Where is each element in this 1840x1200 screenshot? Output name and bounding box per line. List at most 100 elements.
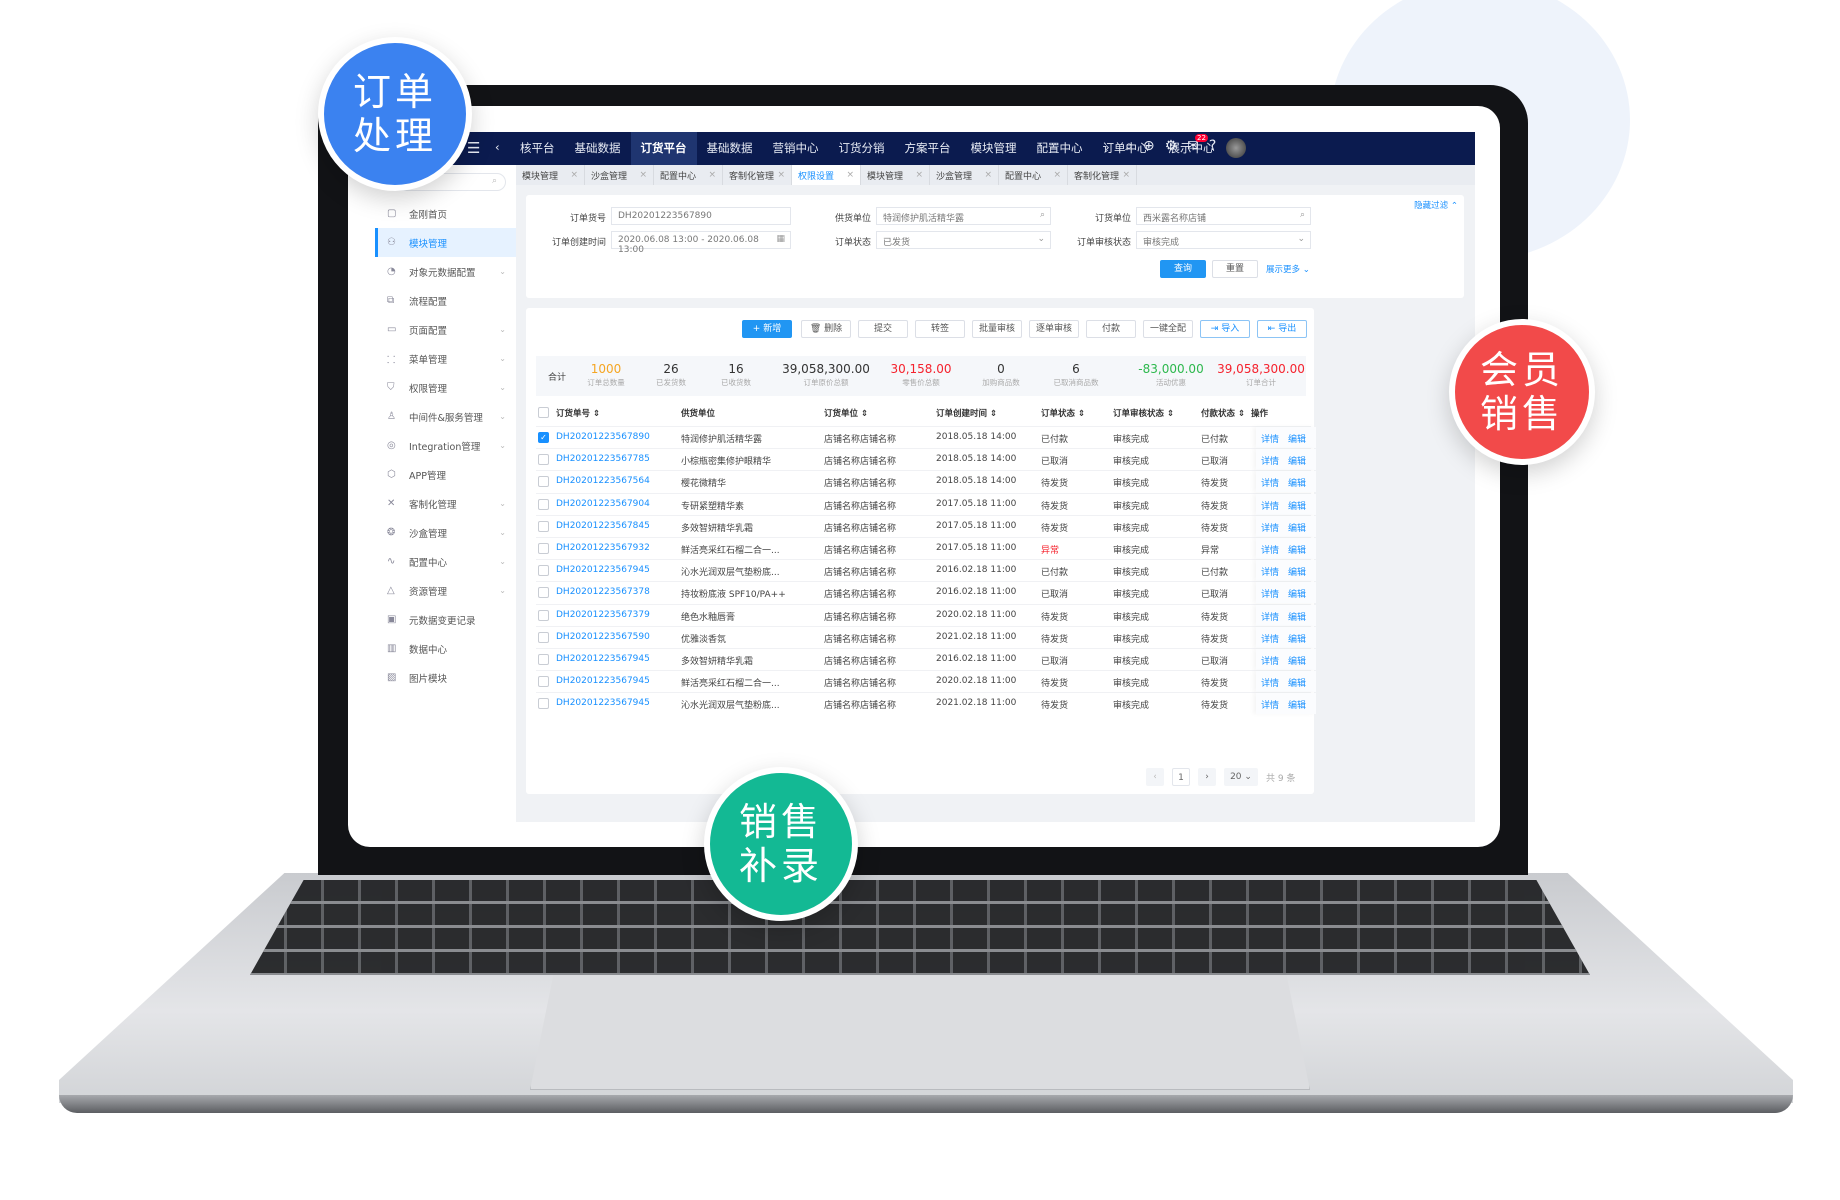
- hide-filter-link[interactable]: 隐藏过滤 ⌃: [1414, 199, 1458, 211]
- row-checkbox[interactable]: [538, 565, 549, 577]
- close-icon[interactable]: ×: [915, 170, 923, 180]
- order-no-link[interactable]: DH20201223567378: [556, 587, 650, 597]
- detail-link[interactable]: 详情: [1261, 432, 1279, 445]
- column-header[interactable]: 订单创建时间 ⇕: [936, 407, 997, 419]
- top-menu-item[interactable]: 订货分销: [829, 132, 895, 165]
- edit-link[interactable]: 编辑: [1288, 587, 1306, 600]
- detail-link[interactable]: 详情: [1261, 632, 1279, 645]
- sidebar-item[interactable]: ⧉ 流程配置: [375, 286, 516, 315]
- status-select[interactable]: 已发货 ⌄: [876, 231, 1051, 249]
- close-icon[interactable]: ×: [1122, 170, 1130, 180]
- sidebar-item[interactable]: ▣ 元数据变更记录: [375, 605, 516, 634]
- order-no-link[interactable]: DH20201223567845: [556, 521, 650, 531]
- column-header[interactable]: 供货单位: [681, 407, 715, 419]
- edit-link[interactable]: 编辑: [1288, 476, 1306, 489]
- top-menu-item[interactable]: 订货平台: [630, 132, 697, 165]
- toolbar-button[interactable]: 提交: [858, 320, 908, 338]
- tab[interactable]: 客制化管理 ×: [723, 165, 792, 185]
- detail-link[interactable]: 详情: [1261, 587, 1279, 600]
- search-icon[interactable]: ⌕: [1125, 138, 1133, 158]
- close-icon[interactable]: ×: [846, 170, 854, 180]
- page-1-button[interactable]: 1: [1172, 768, 1190, 786]
- row-checkbox[interactable]: [538, 476, 549, 488]
- detail-link[interactable]: 详情: [1261, 698, 1279, 711]
- column-header[interactable]: 操作: [1251, 407, 1268, 419]
- column-header[interactable]: 付款状态 ⇕: [1201, 407, 1245, 419]
- detail-link[interactable]: 详情: [1261, 654, 1279, 667]
- order-no-link[interactable]: DH20201223567945: [556, 698, 650, 708]
- close-icon[interactable]: ×: [1053, 170, 1061, 180]
- tab[interactable]: 配置中心 ×: [654, 165, 723, 185]
- nav-prev-icon[interactable]: ‹: [495, 140, 500, 154]
- help-icon[interactable]: ?: [1209, 138, 1216, 158]
- sidebar-item[interactable]: ⚇ 模块管理: [375, 228, 516, 257]
- close-icon[interactable]: ×: [639, 170, 647, 180]
- row-checkbox[interactable]: [538, 654, 549, 665]
- toolbar-button[interactable]: 一键全配: [1143, 320, 1193, 338]
- edit-link[interactable]: 编辑: [1288, 499, 1306, 512]
- row-checkbox[interactable]: ✓: [538, 432, 549, 443]
- table-row[interactable]: ✓ DH20201223567890 特润修护肌活精华露 店铺名称店铺名称 2018.0…: [536, 426, 1316, 448]
- sidebar-item[interactable]: ▢ 金刚首页: [375, 199, 516, 228]
- order-no-link[interactable]: DH20201223567379: [556, 610, 650, 620]
- edit-link[interactable]: 编辑: [1288, 565, 1306, 578]
- row-checkbox[interactable]: [538, 543, 549, 554]
- sidebar-item[interactable]: ▥ 数据中心: [375, 634, 516, 663]
- audit-select[interactable]: 审核完成 ⌄: [1136, 231, 1311, 249]
- top-menu-item[interactable]: 基础数据: [565, 132, 631, 165]
- top-menu-item[interactable]: 配置中心: [1027, 132, 1093, 165]
- edit-link[interactable]: 编辑: [1288, 676, 1306, 689]
- toolbar-button[interactable]: 转签: [915, 320, 965, 338]
- next-page-button[interactable]: ›: [1198, 768, 1216, 786]
- sidebar-item[interactable]: ◔ 对象元数据配置 ⌄: [375, 257, 516, 286]
- detail-link[interactable]: 详情: [1261, 476, 1279, 489]
- sidebar-item[interactable]: ♙ 中间件&服务管理 ⌄: [375, 402, 516, 431]
- detail-link[interactable]: 详情: [1261, 565, 1279, 578]
- close-icon[interactable]: ×: [777, 170, 785, 180]
- sidebar-item[interactable]: ▨ 图片模块: [375, 663, 516, 692]
- edit-link[interactable]: 编辑: [1288, 610, 1306, 623]
- close-icon[interactable]: ×: [984, 170, 992, 180]
- sidebar-item[interactable]: ◎ Integration管理 ⌄: [375, 431, 516, 460]
- sidebar-item[interactable]: ⛉ 权限管理 ⌄: [375, 373, 516, 402]
- edit-link[interactable]: 编辑: [1288, 632, 1306, 645]
- toolbar-button[interactable]: + 新增: [742, 320, 792, 338]
- table-row[interactable]: DH20201223567945 鲜活亮采红石榴二合一... 店铺名称店铺名称 202…: [536, 670, 1316, 693]
- order-no-link[interactable]: DH20201223567785: [556, 454, 650, 464]
- tab[interactable]: 沙盒管理 ×: [585, 165, 654, 185]
- show-more-link[interactable]: 展示更多 ⌄: [1266, 263, 1310, 275]
- column-header[interactable]: 订单审核状态 ⇕: [1113, 407, 1174, 419]
- edit-link[interactable]: 编辑: [1288, 654, 1306, 667]
- row-checkbox[interactable]: [538, 609, 549, 621]
- table-row[interactable]: DH20201223567904 专研紧塑精华素 店铺名称店铺名称 2017.05.1…: [536, 492, 1316, 515]
- row-checkbox[interactable]: [538, 454, 549, 466]
- table-row[interactable]: DH20201223567945 沁水光润双层气垫粉底... 店铺名称店铺名称 202…: [536, 692, 1316, 715]
- edit-link[interactable]: 编辑: [1288, 432, 1306, 445]
- tab[interactable]: 配置中心 ×: [999, 165, 1068, 185]
- tab[interactable]: 模块管理 ×: [516, 165, 585, 185]
- query-button[interactable]: 查询: [1160, 260, 1206, 278]
- detail-link[interactable]: 详情: [1261, 543, 1279, 556]
- order-no-link[interactable]: DH20201223567945: [556, 676, 650, 686]
- search-icon[interactable]: ⌕: [1040, 210, 1045, 220]
- sidebar-item[interactable]: ▭ 页面配置 ⌄: [375, 315, 516, 344]
- edit-link[interactable]: 编辑: [1288, 543, 1306, 556]
- sidebar-item[interactable]: ❂ 沙盒管理 ⌄: [375, 518, 516, 547]
- toolbar-button[interactable]: 批量审核: [972, 320, 1022, 338]
- toolbar-button[interactable]: 逐单审核: [1029, 320, 1079, 338]
- column-header[interactable]: 订货单号 ⇕: [556, 407, 600, 419]
- toolbar-button[interactable]: 🗑 删除: [801, 320, 851, 338]
- globe-icon[interactable]: ⊕: [1143, 138, 1155, 158]
- settings-icon[interactable]: ⚙: [1165, 138, 1178, 158]
- edit-link[interactable]: 编辑: [1288, 454, 1306, 467]
- row-checkbox[interactable]: [538, 498, 549, 510]
- row-checkbox[interactable]: [538, 631, 549, 643]
- tab[interactable]: 沙盒管理 ×: [930, 165, 999, 185]
- order-no-link[interactable]: DH20201223567564: [556, 476, 650, 486]
- tab[interactable]: 权限设置 ×: [792, 165, 861, 185]
- tab[interactable]: 客制化管理 ×: [1068, 165, 1137, 185]
- avatar[interactable]: [1226, 138, 1247, 158]
- row-checkbox[interactable]: [538, 698, 549, 710]
- sidebar-item[interactable]: ✕ 客制化管理 ⌄: [375, 489, 516, 518]
- order-no-link[interactable]: DH20201223567590: [556, 632, 650, 642]
